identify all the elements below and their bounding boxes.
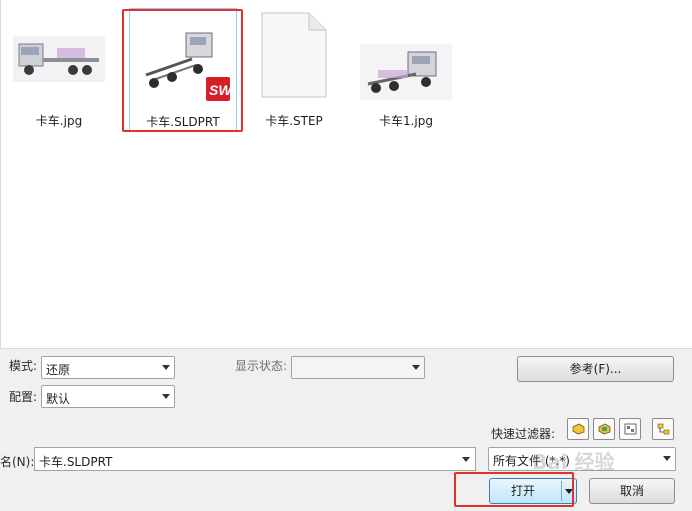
solidworks-part-thumbnail: SW (136, 25, 230, 105)
mode-dropdown[interactable]: 还原 (41, 356, 175, 379)
file-name: 卡车1.jpg (378, 114, 434, 128)
file-item-truck1-jpg[interactable]: 卡车1.jpg (351, 8, 461, 132)
file-name: 卡车.SLDPRT (146, 115, 220, 129)
filter-part-icon (572, 423, 585, 435)
filter-drawing-icon (624, 423, 637, 435)
display-state-dropdown[interactable] (291, 356, 425, 379)
filename-value: 卡车.SLDPRT (39, 455, 113, 469)
open-button-label: 打开 (510, 484, 535, 498)
filename-input[interactable]: 卡车.SLDPRT (34, 447, 476, 471)
quick-filter-label: 快速过滤器: (491, 427, 556, 441)
chevron-down-icon (412, 365, 420, 370)
reference-button[interactable]: 参考(F)... (517, 356, 674, 382)
mode-value: 还原 (46, 363, 71, 377)
filter-assemblies-button[interactable] (593, 418, 615, 440)
config-dropdown[interactable]: 默认 (41, 385, 175, 408)
svg-text:SW: SW (209, 82, 230, 98)
chevron-down-icon (162, 394, 170, 399)
generic-document-icon (261, 12, 327, 98)
chevron-down-icon (663, 456, 671, 461)
filename-label: 名(N): (0, 455, 35, 469)
filter-top-level-icon (657, 423, 670, 435)
truck-image-thumbnail (13, 36, 105, 82)
baidu-watermark: Bai 经验 (532, 450, 615, 474)
cancel-button[interactable]: 取消 (589, 478, 675, 504)
open-button[interactable]: 打开 (489, 478, 577, 504)
file-name: 卡车.jpg (35, 114, 83, 128)
file-item-truck-jpg[interactable]: 卡车.jpg (4, 8, 114, 132)
chevron-down-icon (162, 365, 170, 370)
filter-drawings-button[interactable] (619, 418, 641, 440)
filter-toplevel-button[interactable] (652, 418, 674, 440)
chevron-down-icon[interactable] (565, 489, 573, 494)
chevron-down-icon (462, 457, 470, 462)
truck-image-thumbnail (360, 44, 452, 100)
filter-assembly-icon (598, 423, 611, 435)
display-state-label: 显示状态: (235, 359, 288, 373)
file-name: 卡车.STEP (265, 114, 323, 128)
split-divider (561, 481, 562, 501)
config-label: 配置: (9, 390, 38, 404)
file-item-truck-sldprt[interactable]: SW 卡车.SLDPRT (129, 8, 237, 132)
mode-label: 模式: (9, 359, 38, 373)
config-value: 默认 (46, 392, 71, 406)
file-item-truck-step[interactable]: 卡车.STEP (239, 8, 349, 132)
filter-parts-button[interactable] (567, 418, 589, 440)
file-browser-pane[interactable]: 卡车.jpg SW 卡车.SLDPRT 卡车.STEP 卡车1.jpg (0, 0, 692, 348)
